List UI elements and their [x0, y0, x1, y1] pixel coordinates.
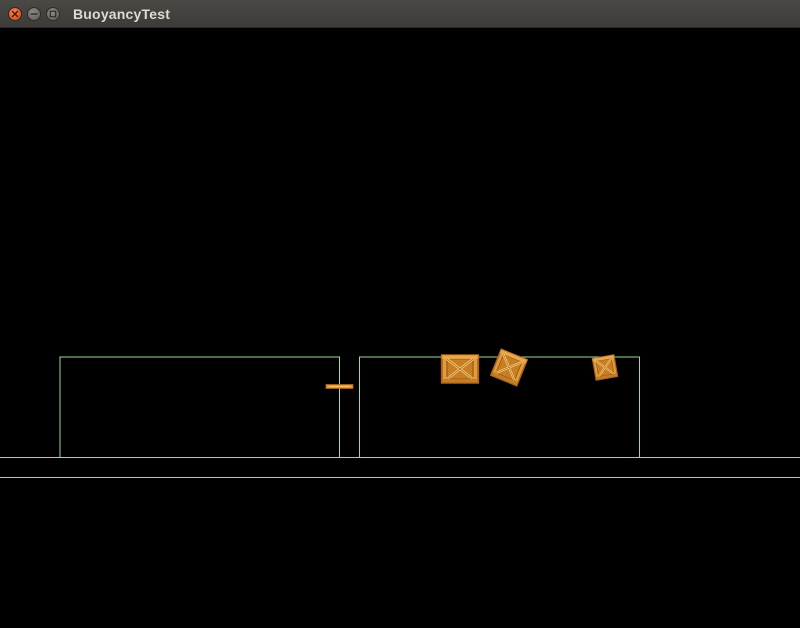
water-tank-left: [59, 356, 340, 457]
minimize-icon: [30, 13, 38, 15]
maximize-button[interactable]: [46, 7, 60, 21]
crate-large: [440, 353, 480, 385]
crate-tilted: [489, 348, 529, 387]
maximize-icon: [49, 10, 57, 18]
title-bar[interactable]: BuoyancyTest: [0, 0, 800, 28]
close-button[interactable]: [8, 7, 22, 21]
simulation-viewport[interactable]: [0, 28, 800, 628]
window-title: BuoyancyTest: [73, 6, 171, 22]
crate-small: [591, 353, 619, 382]
close-icon: [11, 10, 19, 18]
ground: [0, 457, 800, 478]
scene-canvas: [0, 348, 800, 478]
floating-plank: [325, 384, 354, 389]
app-window: BuoyancyTest: [0, 0, 800, 628]
minimize-button[interactable]: [27, 7, 41, 21]
